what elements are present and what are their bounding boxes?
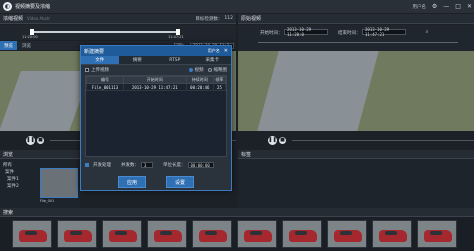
filmstrip-thumb[interactable] [102, 220, 142, 248]
user-name[interactable]: 用户名 [412, 4, 426, 10]
right-progress-track[interactable] [292, 139, 474, 141]
col-id: 编号 [86, 76, 124, 84]
filmstrip-header: 搜索 [0, 208, 474, 217]
left-panel-header: 浓缩视频 Video Abstr 目标检测数： 112 [0, 14, 236, 24]
row-fps: 25 [212, 83, 227, 91]
app-logo-icon: ◐ [3, 2, 12, 11]
browse-panel-header: 浏览 [0, 150, 80, 159]
browse-thumbnail-caption: File_001 [40, 199, 55, 203]
tag-panel: 标签 [238, 150, 474, 208]
right-time-bar: 开始时间： 2013-10-29 11:20:0 结束时间： 2013-10-2… [238, 25, 474, 51]
frame-count-value: 112 [224, 16, 233, 21]
batch-row: 开发处理 并发数： 3 单位长度： 00:00:00 [81, 160, 231, 170]
upload-row: 上传视频 视频 缩略图 [81, 65, 231, 75]
dialog-actions: 应用 设置 [81, 176, 231, 188]
browse-panel-title: 浏览 [3, 151, 14, 158]
timeline-start-time: 11:20:00 [22, 35, 38, 39]
frame-count-label: 目标检测数： [195, 16, 223, 22]
file-table: 编号 开始时间 持续时间 帧率 File_001113 2013-10-29 1… [86, 76, 227, 91]
row-id: File_001113 [86, 83, 124, 91]
right-pause-button[interactable]: ❚❚ [268, 135, 277, 145]
filmstrip-thumb[interactable] [147, 220, 187, 248]
filmstrip-title: 搜索 [3, 209, 14, 216]
dialog-title: 新建摘要 [84, 48, 105, 55]
start-time-label: 开始时间： [260, 31, 283, 36]
right-panel-title: 原始视频 [241, 16, 262, 22]
left-timeline[interactable]: 11:20:00 11:47:21 [0, 25, 236, 40]
tree-item-all[interactable]: 所有 [3, 162, 12, 168]
col-start: 开始时间 [122, 76, 187, 84]
row-start[interactable]: 2013-10-29 11:47:21 [122, 83, 187, 91]
unit-label: 单位长度： [163, 163, 186, 168]
new-summary-dialog: 新建摘要 用户名 ✕ 文件 摘要 RTSP 采集卡 上传视频 视频 缩略图 编号… [80, 45, 232, 191]
upload-checkbox[interactable] [85, 68, 89, 72]
browse-thumbnail[interactable] [40, 168, 78, 198]
concurrency-field[interactable]: 3 [141, 162, 153, 168]
dialog-close-icon[interactable]: ✕ [224, 48, 228, 54]
dialog-title-bar: 新建摘要 用户名 ✕ [81, 46, 231, 56]
thumb-radio[interactable] [207, 68, 212, 72]
settings-button[interactable]: 设置 [166, 176, 194, 188]
tree-item-case-2[interactable]: 案件2 [7, 183, 19, 189]
right-stop-button[interactable]: ■ [279, 136, 286, 144]
right-panel-header: 原始视频 [238, 14, 474, 24]
tree-item-case-1[interactable]: 案件1 [7, 176, 19, 182]
search-icon[interactable]: ⌕ [424, 29, 430, 35]
filmstrip-thumb[interactable] [282, 220, 322, 248]
apply-button[interactable]: 应用 [118, 176, 146, 188]
thumb-radio-label: 缩略图 [213, 68, 228, 73]
tab-browse[interactable]: 浏览 [18, 41, 35, 50]
end-time-field[interactable]: 2013-10-29 11:47:21 [362, 27, 406, 37]
dialog-user: 用户名 [207, 48, 220, 53]
filmstrip-thumb[interactable] [237, 220, 277, 248]
table-row[interactable]: File_001113 2013-10-29 11:47:21 00:20:46… [86, 83, 227, 91]
unit-field[interactable]: 00:00:00 [187, 162, 214, 168]
concurrency-label: 并发数： [121, 163, 139, 168]
tag-panel-title: 标签 [241, 151, 252, 158]
col-fps: 帧率 [212, 76, 227, 84]
batch-checkbox[interactable] [85, 163, 89, 167]
stop-button[interactable]: ■ [37, 136, 44, 144]
row-duration: 00:20:46 [185, 83, 214, 91]
browse-panel: 浏览 所有 案件 案件1 案件2 File_001 [0, 150, 80, 208]
tree-item-case[interactable]: 案件 [5, 169, 14, 175]
pause-button[interactable]: ❚❚ [26, 135, 35, 145]
dialog-tabs: 文件 摘要 RTSP 采集卡 [81, 56, 231, 65]
right-video[interactable] [238, 51, 474, 131]
right-play-controls: ❚❚ ■ [238, 131, 474, 149]
filmstrip-thumb[interactable] [12, 220, 52, 248]
right-timeline-track[interactable] [258, 42, 458, 43]
minimize-icon[interactable]: — [443, 3, 449, 10]
timeline-track[interactable] [30, 31, 180, 33]
maximize-icon[interactable]: □ [455, 3, 461, 10]
filmstrip-thumb[interactable] [417, 220, 457, 248]
start-time-field[interactable]: 2013-10-29 11:20:0 [284, 27, 328, 37]
filmstrip-thumb[interactable] [327, 220, 367, 248]
window-controls: 用户名 ⚙ — □ ✕ [412, 0, 472, 13]
dialog-tab-rtsp[interactable]: RTSP [156, 56, 194, 64]
end-time-label: 结束时间： [338, 31, 361, 36]
dialog-tab-capture[interactable]: 采集卡 [194, 56, 232, 64]
col-duration: 持续时间 [185, 76, 214, 84]
upload-label: 上传视频 [91, 68, 109, 73]
file-table-container: 编号 开始时间 持续时间 帧率 File_001113 2013-10-29 1… [85, 75, 227, 157]
timeline-end-time: 11:47:21 [168, 35, 184, 39]
batch-label: 开发处理 [93, 163, 111, 168]
title-bar: ◐ 视频摘要及浓缩 用户名 ⚙ — □ ✕ [0, 0, 474, 13]
left-panel-title: 浓缩视频 [3, 16, 24, 22]
video-radio-label: 视频 [194, 68, 204, 73]
dialog-tab-summary[interactable]: 摘要 [119, 56, 157, 64]
filmstrip-thumb[interactable] [372, 220, 412, 248]
app-title: 视频摘要及浓缩 [15, 4, 51, 10]
dialog-tab-file[interactable]: 文件 [81, 56, 119, 64]
filmstrip-thumb[interactable] [192, 220, 232, 248]
tag-panel-header: 标签 [238, 150, 474, 159]
settings-icon[interactable]: ⚙ [432, 3, 437, 10]
filmstrip-thumb[interactable] [57, 220, 97, 248]
video-radio[interactable] [188, 68, 193, 72]
close-icon[interactable]: ✕ [467, 3, 472, 10]
left-panel-subtitle: Video Abstr [27, 16, 51, 21]
tab-preview[interactable]: 预览 [0, 41, 17, 50]
